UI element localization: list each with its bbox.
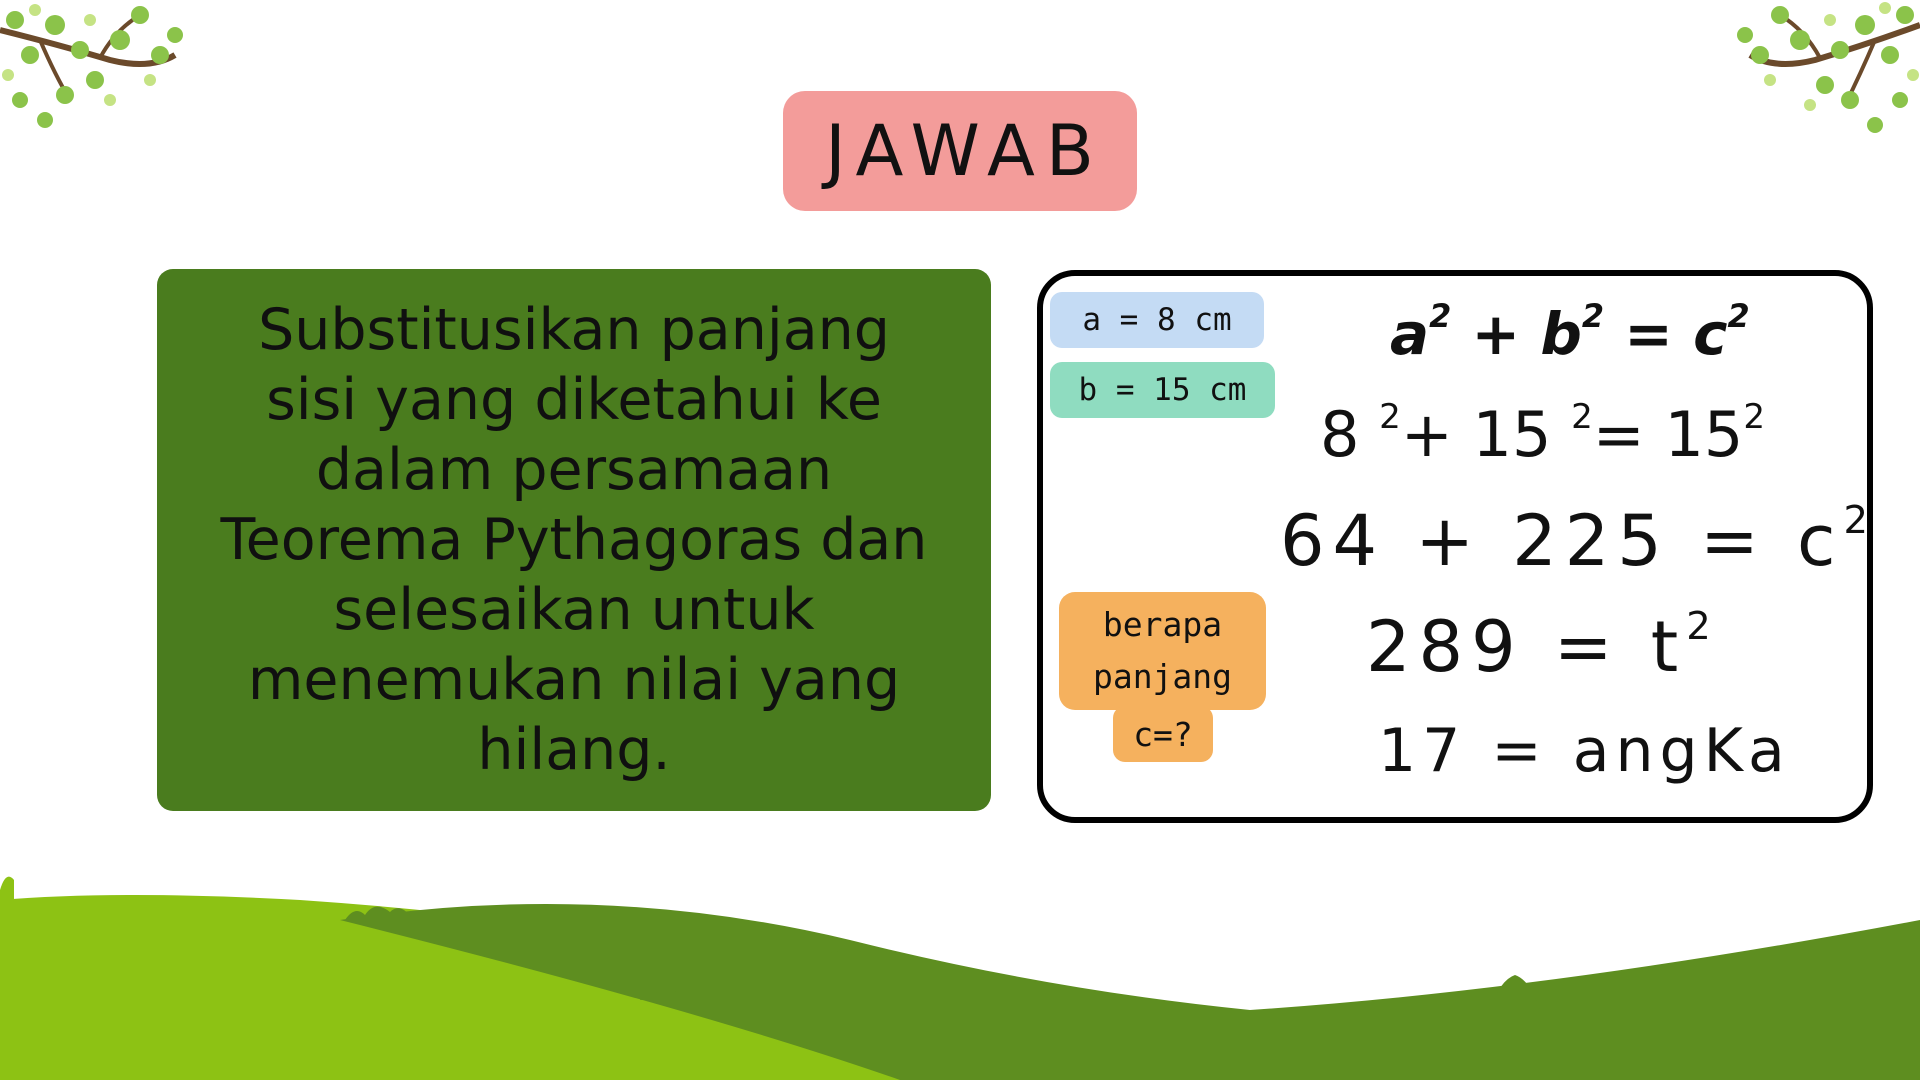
step-1-exp-3: 2 bbox=[1743, 396, 1766, 437]
question-tag-tail: c=? bbox=[1113, 706, 1213, 762]
step-1-exp-1: 2 bbox=[1379, 396, 1401, 437]
formula-c-exp: 2 bbox=[1727, 297, 1750, 336]
question-line-1: berapa bbox=[1102, 605, 1223, 644]
grass-hill-icon bbox=[0, 876, 1920, 1080]
given-a-tag: a = 8 cm bbox=[1050, 292, 1264, 348]
pythagoras-formula: a2 + b2 = c2 bbox=[1390, 297, 1750, 368]
instruction-text: Substitusikan panjang sisi yang diketahu… bbox=[220, 297, 928, 783]
question-line-2: panjang bbox=[1092, 657, 1233, 696]
formula-c: c bbox=[1693, 300, 1728, 368]
step-1-part-1: 8 bbox=[1320, 398, 1380, 471]
step-4-text: 17 = angKa bbox=[1378, 716, 1791, 786]
given-b-tag: b = 15 cm bbox=[1050, 362, 1275, 418]
page-title: JAWAB bbox=[825, 110, 1105, 192]
step-squares: 64 + 225 = c2 bbox=[1280, 497, 1876, 582]
step-2-text: 64 + 225 = c bbox=[1280, 500, 1844, 582]
tree-branch-icon bbox=[1737, 2, 1920, 133]
step-3-exp: 2 bbox=[1686, 603, 1719, 649]
question-line-3: c=? bbox=[1133, 714, 1193, 754]
title-badge: JAWAB bbox=[783, 91, 1137, 211]
formula-plus: + bbox=[1471, 300, 1521, 368]
tree-branch-icon bbox=[0, 4, 183, 128]
formula-equals: = bbox=[1624, 300, 1673, 368]
given-b-label: b = 15 cm bbox=[1078, 372, 1247, 408]
instruction-card: Substitusikan panjang sisi yang diketahu… bbox=[157, 269, 991, 811]
formula-a-exp: 2 bbox=[1429, 297, 1452, 336]
formula-b-exp: 2 bbox=[1581, 297, 1605, 336]
step-3-text: 289 = t bbox=[1366, 606, 1687, 688]
step-substitution: 8 2+ 15 2= 152 bbox=[1320, 396, 1766, 471]
step-1-part-2: + 15 bbox=[1400, 398, 1572, 471]
step-2-exp: 2 bbox=[1843, 497, 1876, 543]
question-tag: berapa panjang bbox=[1059, 592, 1266, 710]
given-a-label: a = 8 cm bbox=[1082, 302, 1232, 338]
step-1-part-3: = 15 bbox=[1592, 398, 1744, 471]
step-result: 17 = angKa bbox=[1378, 716, 1791, 786]
formula-a: a bbox=[1390, 300, 1430, 368]
step-sum: 289 = t2 bbox=[1366, 603, 1719, 688]
step-1-exp-2: 2 bbox=[1571, 396, 1593, 437]
formula-b: b bbox=[1540, 300, 1582, 368]
